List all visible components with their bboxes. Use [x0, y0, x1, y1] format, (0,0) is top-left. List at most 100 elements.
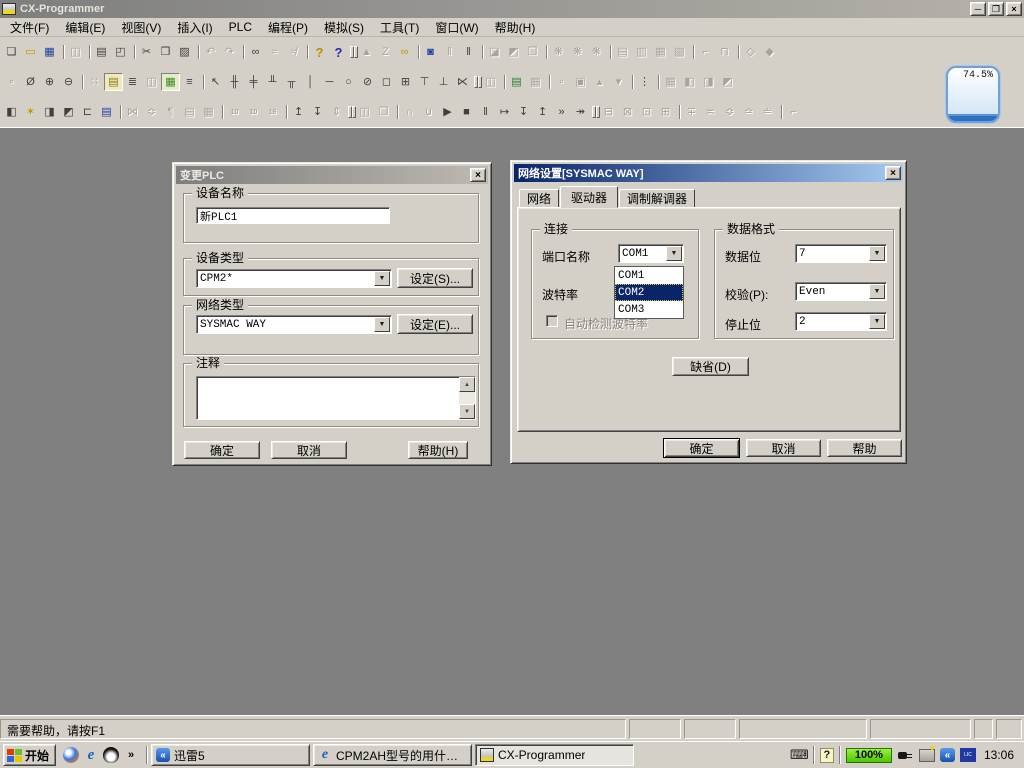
chevron-down-icon[interactable]: ▼ [374, 271, 390, 286]
device-name-input[interactable]: 新PLC1 [196, 207, 390, 224]
keyboard-icon[interactable]: ⌨ [791, 747, 808, 763]
scroll-down-icon[interactable]: ▼ [459, 404, 475, 419]
com-option-2[interactable]: COM2 [615, 284, 683, 301]
zoom-fit-icon[interactable]: ∘ [2, 73, 21, 91]
symbol-library-icon[interactable]: ▤ [507, 73, 526, 91]
sim-step-in-icon[interactable]: ↧ [514, 103, 533, 121]
device-type-settings-button[interactable]: 设定(S)... [397, 268, 473, 288]
ime-help-icon[interactable]: ? [820, 748, 834, 763]
new-vertical-up-icon[interactable]: ⊥ [434, 73, 453, 91]
goto-prev-address-icon[interactable]: ▾ [609, 73, 628, 91]
sim-pause-icon[interactable]: ‖ [476, 103, 495, 121]
cut-icon[interactable]: ✂ [137, 43, 156, 61]
app-titlebar[interactable]: CX-Programmer ─ ❐ × [0, 0, 1024, 18]
taskbar-thunder5[interactable]: « 迅雷5 [151, 744, 310, 766]
battery-tray-indicator[interactable]: 100% [846, 748, 892, 763]
decimal-display-icon[interactable]: 10 [244, 103, 263, 121]
new-closed-contact-icon[interactable]: ╪ [244, 73, 263, 91]
dialog-change-plc-titlebar[interactable]: 变更PLC × [176, 166, 488, 184]
download-to-plc-icon[interactable]: ◪ [485, 43, 504, 61]
network-type-select[interactable]: SYSMAC WAY ▼ [196, 315, 392, 334]
online-check-icon[interactable]: ∞ [395, 43, 414, 61]
ok-button[interactable]: 确定 [663, 438, 740, 458]
io-table-icon[interactable]: ▥ [632, 43, 651, 61]
cancel-button[interactable]: 取消 [271, 441, 347, 459]
horizontal-line-icon[interactable]: ─ [320, 73, 339, 91]
differential-monitor-icon[interactable]: ⌐ [696, 43, 715, 61]
sim-step-run-icon[interactable]: ↦ [495, 103, 514, 121]
sim-stop-icon[interactable]: ■ [457, 103, 476, 121]
restore-icon[interactable]: ❐ [988, 2, 1004, 16]
io-monitor-icon[interactable]: ⊟ [599, 103, 618, 121]
redo-icon[interactable]: ↷ [220, 43, 239, 61]
new-closed-coil-icon[interactable]: ⊘ [358, 73, 377, 91]
output-window-icon[interactable]: ◧ [680, 73, 699, 91]
context-help-icon[interactable]: ? [329, 43, 348, 61]
menu-help[interactable]: 帮助(H) [487, 17, 544, 38]
minimize-icon[interactable]: ─ [970, 2, 986, 16]
open-project-icon[interactable]: ▭ [21, 43, 40, 61]
comment-scrollbar[interactable]: ▲ ▼ [459, 377, 475, 419]
goto-address-icon[interactable]: ⇕ [327, 103, 346, 121]
sim-scan-run-icon[interactable]: ↠ [571, 103, 590, 121]
resume-from-breakpoint-icon[interactable]: ∪ [419, 103, 438, 121]
trace-window-icon[interactable]: ≎ [720, 103, 739, 121]
split-view-icon[interactable]: ⋮ [635, 73, 654, 91]
zoom-in-icon[interactable]: ⊕ [40, 73, 59, 91]
section-window-icon[interactable]: ⊏ [78, 103, 97, 121]
parity-select[interactable]: Even ▼ [795, 282, 887, 301]
cancel-button[interactable]: 取消 [746, 439, 821, 457]
io-comment-icon[interactable]: ▤ [180, 103, 199, 121]
new-vertical-down-icon[interactable]: ⊤ [415, 73, 434, 91]
new-instruction-box-icon[interactable]: ⊞ [396, 73, 415, 91]
time-chart-icon[interactable]: ⊓ [715, 43, 734, 61]
chevron-down-icon[interactable]: ▼ [666, 246, 682, 261]
help-icon[interactable]: ? [310, 43, 329, 61]
invert-instruction-icon[interactable]: ⋉ [453, 73, 472, 91]
show-rung-list-icon[interactable]: ≣ [123, 73, 142, 91]
sampling-icon[interactable]: ≐ [758, 103, 777, 121]
diff-up-monitor-icon[interactable]: ∓ [682, 103, 701, 121]
new-coil-icon[interactable]: ○ [339, 73, 358, 91]
ok-button[interactable]: 确定 [184, 441, 260, 459]
input-method-icon[interactable] [919, 749, 935, 762]
chart-window-icon[interactable]: ≏ [739, 103, 758, 121]
new-or-closed-contact-icon[interactable]: ╥ [282, 73, 301, 91]
rung-annotation-icon[interactable]: ▦ [199, 103, 218, 121]
sim-continuous-run-icon[interactable]: » [552, 103, 571, 121]
cycle-time-icon[interactable]: ◆ [760, 43, 779, 61]
device-type-select[interactable]: CPM2* ▼ [196, 269, 392, 288]
zoom-100-icon[interactable]: Ø [21, 73, 40, 91]
internet-explorer-icon[interactable]: e [83, 747, 99, 763]
find-all-icon[interactable]: ≉ [284, 43, 303, 61]
autodetect-baud-checkbox[interactable] [546, 315, 558, 327]
force-cancel-icon[interactable]: ❋ [587, 43, 606, 61]
tab-network[interactable]: 网络 [519, 189, 559, 208]
show-comments-icon[interactable]: ▤ [104, 73, 123, 91]
close-all-windows-icon[interactable]: ◩ [59, 103, 78, 121]
online-edit-icon[interactable]: ◫ [481, 73, 500, 91]
taskbar-ie-page[interactable]: e CPM2AH型号的用什么... [313, 744, 472, 766]
goto-output-icon[interactable]: ↧ [308, 103, 327, 121]
force-reset-icon[interactable]: ⊡ [637, 103, 656, 121]
edit-rung-comment-icon[interactable]: ▣ [571, 73, 590, 91]
tab-modem[interactable]: 调制解调器 [619, 189, 695, 208]
network-type-settings-button[interactable]: 设定(E)... [397, 314, 473, 334]
menu-program[interactable]: 编程(P) [260, 17, 316, 38]
replace-icon[interactable]: ≈ [265, 43, 284, 61]
data-bits-select[interactable]: 7 ▼ [795, 244, 887, 263]
menu-edit[interactable]: 编辑(E) [57, 17, 113, 38]
thunder-tray-icon[interactable]: « [940, 748, 955, 762]
upload-from-plc-icon[interactable]: ◩ [504, 43, 523, 61]
close-icon[interactable]: × [1006, 2, 1022, 16]
chevron-down-icon[interactable]: ▼ [869, 314, 885, 329]
more-toolbars-icon[interactable]: » [123, 747, 139, 763]
plc-memory-icon[interactable]: ▤ [613, 43, 632, 61]
compare-with-plc-icon[interactable]: ❐ [523, 43, 542, 61]
new-or-contact-icon[interactable]: ╨ [263, 73, 282, 91]
start-button[interactable]: 开始 [3, 744, 56, 766]
compile-all-icon[interactable]: Z [376, 43, 395, 61]
stop-bits-select[interactable]: 2 ▼ [795, 312, 887, 331]
port-name-select[interactable]: COM1 ▼ [618, 244, 684, 263]
undo-icon[interactable]: ↶ [201, 43, 220, 61]
